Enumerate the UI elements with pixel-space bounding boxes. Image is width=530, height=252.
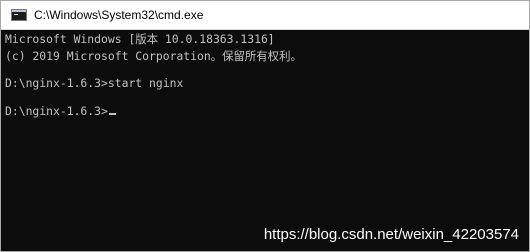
title-bar[interactable]: C:\Windows\System32\cmd.exe: [1, 1, 529, 30]
window-title: C:\Windows\System32\cmd.exe: [34, 8, 204, 22]
console-line-command: D:\nginx-1.6.3>start nginx: [5, 76, 184, 90]
console-line-prompt[interactable]: D:\nginx-1.6.3>: [5, 103, 529, 120]
cmd-window: C:\Windows\System32\cmd.exe Microsoft Wi…: [0, 0, 530, 252]
watermark-url: https://blog.csdn.net/weixin_42203574: [263, 226, 519, 243]
console-output[interactable]: Microsoft Windows [版本 10.0.18363.1316] (…: [1, 30, 529, 251]
console-line-copyright: (c) 2019 Microsoft Corporation。保留所有权利。: [5, 48, 302, 63]
console-line-version: Microsoft Windows [版本 10.0.18363.1316]: [5, 32, 275, 46]
text-cursor: [108, 112, 116, 115]
cmd-app-icon[interactable]: [11, 9, 27, 21]
prompt-text: D:\nginx-1.6.3>: [5, 103, 108, 118]
